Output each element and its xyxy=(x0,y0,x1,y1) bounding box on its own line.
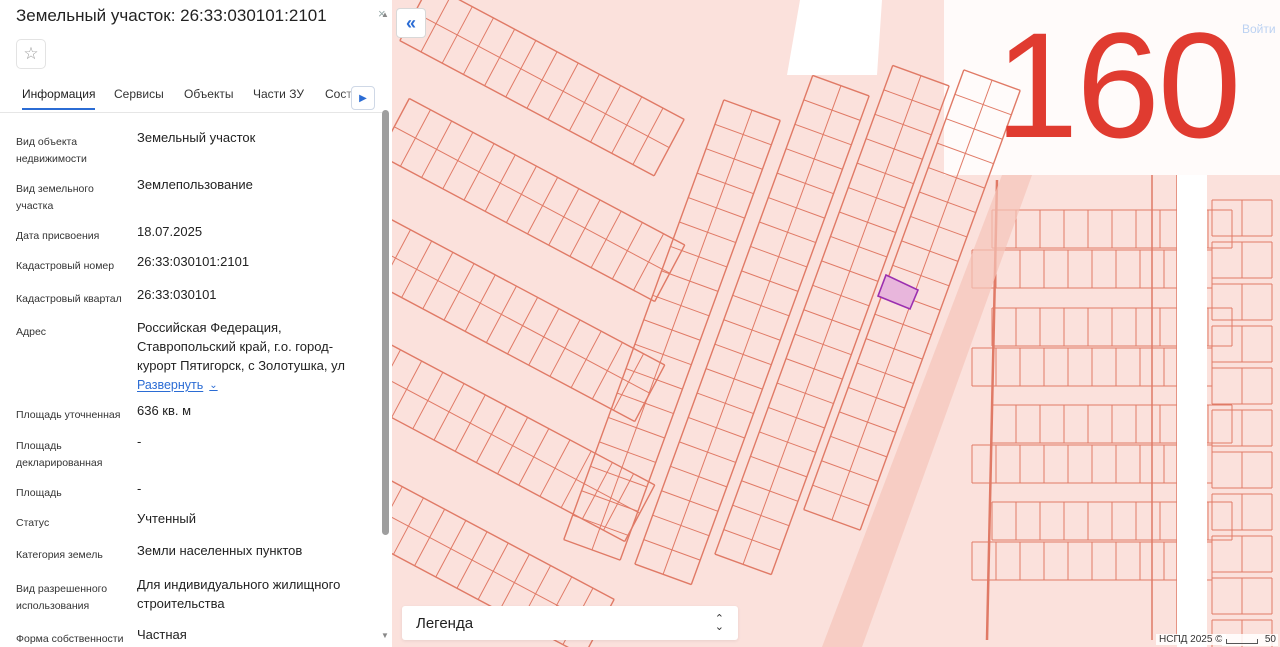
row-value: 636 кв. м xyxy=(137,403,192,418)
parcel-boundary xyxy=(634,563,692,586)
parcel-boundary xyxy=(392,486,403,508)
tab-scroll-right-button[interactable]: ▶ xyxy=(351,86,375,110)
row-label: Статус xyxy=(16,517,50,529)
row-value: Учтенный xyxy=(137,511,197,526)
info-panel: Земельный участок: 26:33:030101:2101 × ☆… xyxy=(0,0,393,647)
parcel-boundary xyxy=(662,85,842,575)
panel-scrollbar[interactable] xyxy=(382,110,389,535)
row-label: Площадь уточненная xyxy=(16,409,121,421)
street xyxy=(1177,175,1207,647)
legend-dropdown[interactable]: Легенда ⌃ ⌄ xyxy=(402,606,738,640)
parcel-boundary xyxy=(690,95,870,585)
scale-value: 50 xyxy=(1264,634,1276,645)
parcel-boundary xyxy=(392,480,615,600)
tab-services[interactable]: Сервисы xyxy=(114,87,164,108)
parcel-boundary xyxy=(458,0,685,120)
row-value: 26:33:030101:2101 xyxy=(137,254,250,269)
parcel-boundary xyxy=(392,255,650,394)
row-value: Для индивидуального жилищного строительс… xyxy=(137,577,341,611)
road-band xyxy=(822,175,1032,647)
expand-collapse-icon: ⌃ ⌄ xyxy=(714,613,724,633)
collapse-panel-button[interactable]: « xyxy=(396,8,426,38)
parcel-boundary xyxy=(392,219,666,366)
row-label: Адрес xyxy=(16,326,47,338)
address-text: Российская Федерация, Ставропольский кра… xyxy=(137,320,345,373)
parcel-boundary xyxy=(634,75,814,565)
tab-bar: Информация Сервисы Объекты Части ЗУ Сост… xyxy=(0,82,382,113)
tab-objects[interactable]: Объекты xyxy=(184,87,234,108)
row-label: Кадастровый номер xyxy=(16,260,115,272)
row-value: 26:33:030101 xyxy=(137,287,217,302)
row-label: Дата присвоения xyxy=(16,230,100,242)
scale-bar: 50 xyxy=(1222,634,1278,646)
row-value: Земли населенных пунктов xyxy=(137,543,303,558)
parcel-boundary xyxy=(770,85,950,575)
scroll-up-arrow[interactable]: ▲ xyxy=(381,10,389,19)
parcel-boundary xyxy=(392,161,656,303)
parcel-boundary xyxy=(392,349,401,367)
star-outline-icon: ☆ xyxy=(23,44,39,63)
parcel-boundary xyxy=(624,484,656,542)
legend-title: Легенда xyxy=(416,614,474,632)
row-value: Землепользование xyxy=(137,177,253,192)
caret-right-icon: ▶ xyxy=(359,92,367,104)
row-label: Вид объекта недвижимости xyxy=(16,136,87,165)
parcel-boundary xyxy=(812,74,870,97)
scroll-down-arrow[interactable]: ▼ xyxy=(381,631,389,640)
double-chevron-left-icon: « xyxy=(405,12,416,33)
row-value: - xyxy=(137,434,142,449)
row-label: Площадь xyxy=(16,487,62,499)
scale-bar-line xyxy=(1226,639,1258,644)
expand-link[interactable]: Развернуть ⌄ xyxy=(137,376,218,395)
row-label: Категория земель xyxy=(16,549,103,561)
row-value: 18.07.2025 xyxy=(137,224,203,239)
row-value: Частная xyxy=(137,627,187,642)
panel-title: Земельный участок: 26:33:030101:2101 xyxy=(16,6,327,25)
overlay-number: 160 xyxy=(995,1,1241,169)
street-gaps xyxy=(822,175,1207,647)
parcel-boundary xyxy=(414,11,670,149)
expand-label: Развернуть xyxy=(137,378,204,392)
row-value: - xyxy=(137,481,142,496)
tab-information[interactable]: Информация xyxy=(22,87,96,110)
row-label: Вид земельного участка xyxy=(16,183,94,212)
row-label: Площадь декларированная xyxy=(16,440,103,469)
row-label: Кадастровый квартал xyxy=(16,293,122,305)
row-value: Российская Федерация, Ставропольский кра… xyxy=(137,318,362,395)
row-value: Земельный участок xyxy=(137,130,256,145)
chevron-down-icon: ⌄ xyxy=(209,380,218,391)
parcel-boundary xyxy=(394,126,670,274)
row-label: Форма собственности xyxy=(16,633,124,645)
parcel-boundary xyxy=(892,64,950,87)
parcel-boundary xyxy=(654,244,686,302)
parcel-boundary xyxy=(714,553,772,576)
parcel-boundary xyxy=(399,40,655,177)
empty-area xyxy=(787,0,882,75)
map-attribution: НСПД 2025 © xyxy=(1156,634,1226,645)
favorite-button[interactable]: ☆ xyxy=(16,39,46,69)
parcel-boundary xyxy=(408,97,686,246)
selected-parcel[interactable] xyxy=(876,273,920,311)
parcel-boundary xyxy=(619,120,781,561)
tab-parts[interactable]: Части ЗУ xyxy=(253,87,304,108)
login-link[interactable]: Войти xyxy=(1242,22,1276,36)
row-label: Вид разрешенного использования xyxy=(16,583,108,612)
